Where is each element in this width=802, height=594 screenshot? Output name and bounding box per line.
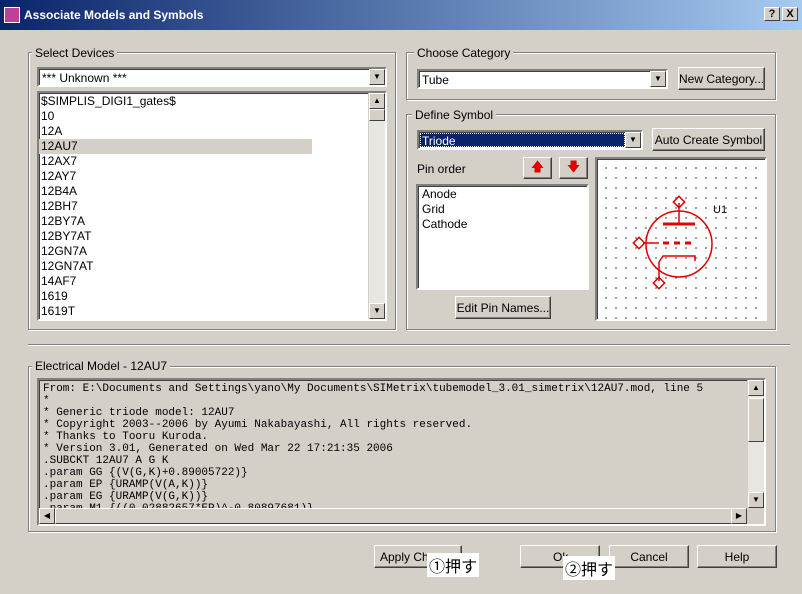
scroll-left-icon[interactable]: ◀: [39, 508, 55, 524]
scroll-down-icon[interactable]: ▼: [369, 303, 385, 319]
scroll-up-icon[interactable]: ▲: [748, 380, 764, 396]
chevron-down-icon[interactable]: ▼: [650, 71, 666, 87]
pin-list-item[interactable]: Anode: [420, 187, 467, 202]
model-text-area[interactable]: From: E:\Documents and Settings\yano\My …: [37, 378, 766, 526]
device-list-item[interactable]: 12A: [39, 124, 369, 139]
device-list-item[interactable]: $SIMPLIS_DIGI1_gates$: [39, 94, 369, 109]
cancel-button[interactable]: Cancel: [609, 545, 689, 568]
app-icon: [4, 7, 20, 23]
model-line: * Generic triode model: 12AU7: [43, 407, 235, 419]
model-line: * Version 3.01, Generated on Wed Mar 22 …: [43, 443, 393, 455]
edit-pin-names-button[interactable]: Edit Pin Names...: [455, 296, 551, 319]
title-bar[interactable]: Associate Models and Symbols ? X: [0, 0, 802, 30]
electrical-model-label: Electrical Model - 12AU7: [32, 359, 171, 373]
scroll-down-icon[interactable]: ▼: [748, 492, 764, 508]
arrow-down-icon: 🡇: [566, 159, 581, 174]
device-list-item[interactable]: 12AX7: [39, 154, 369, 169]
symbol-ref: U1: [713, 204, 727, 216]
device-list-item[interactable]: 12BY7AT: [39, 229, 369, 244]
device-list-item[interactable]: 14AF7: [39, 274, 369, 289]
window-title: Associate Models and Symbols: [24, 8, 204, 22]
annotation-step2: ②押す: [563, 556, 616, 580]
symbol-value: Triode: [422, 134, 456, 148]
model-line: * Copyright 2003--2006 by Ayumi Nakabaya…: [43, 419, 473, 431]
category-value: Tube: [422, 73, 449, 87]
device-list-item[interactable]: 12BH7: [39, 199, 369, 214]
arrow-up-icon: 🡅: [530, 159, 545, 174]
help-question-button[interactable]: ?: [764, 7, 780, 21]
pin-list-item[interactable]: Cathode: [420, 217, 467, 232]
model-line: .param EG {URAMP(V(G,K))}: [43, 491, 209, 503]
pin-list-item[interactable]: Grid: [420, 202, 467, 217]
select-devices-label: Select Devices: [32, 46, 118, 60]
device-list-item[interactable]: 12GN7A: [39, 244, 369, 259]
device-list-scrollbar[interactable]: ▲ ▼: [368, 93, 385, 319]
device-list-item[interactable]: 12AY7: [39, 169, 369, 184]
model-line: From: E:\Documents and Settings\yano\My …: [43, 383, 704, 395]
device-list[interactable]: $SIMPLIS_DIGI1_gates$ 10 12A 12AU7 12AX7 12AY…: [37, 91, 387, 321]
auto-create-symbol-button[interactable]: Auto Create Symbol: [652, 128, 765, 151]
scroll-right-icon[interactable]: ▶: [731, 508, 747, 524]
close-button[interactable]: X: [782, 7, 798, 21]
chevron-down-icon[interactable]: ▼: [625, 132, 641, 148]
device-list-item[interactable]: 1619T: [39, 304, 369, 319]
new-category-button[interactable]: New Category...: [678, 67, 765, 90]
model-hscrollbar[interactable]: ◀ ▶: [39, 508, 747, 524]
choose-category-label: Choose Category: [414, 46, 514, 60]
chevron-down-icon[interactable]: ▼: [369, 69, 385, 85]
scroll-thumb[interactable]: [369, 109, 385, 121]
pin-order-label: Pin order: [417, 162, 466, 176]
device-list-item[interactable]: 12AU7: [39, 139, 312, 154]
annotation-step1: ①押す: [427, 553, 480, 577]
symbol-combo[interactable]: Triode ▼: [417, 130, 643, 150]
device-list-item[interactable]: 12BY7A: [39, 214, 369, 229]
device-filter-combo[interactable]: *** Unknown *** ▼: [37, 67, 387, 87]
model-line: *: [43, 395, 50, 407]
model-line: .param EP {URAMP(V(A,K))}: [43, 479, 209, 491]
model-line: .param GG {(V(G,K)+0.89005722)}: [43, 467, 248, 479]
device-filter-value: *** Unknown ***: [42, 71, 127, 85]
define-symbol-label: Define Symbol: [412, 108, 497, 122]
move-pin-up-button[interactable]: 🡅: [523, 157, 552, 179]
triode-symbol: U1: [632, 195, 727, 290]
device-list-item[interactable]: 1619: [39, 289, 369, 304]
model-line: * Thanks to Tooru Kuroda.: [43, 431, 209, 443]
symbol-preview: U1: [595, 157, 767, 321]
pin-items: Anode Grid Cathode: [420, 187, 467, 232]
model-lines: From: E:\Documents and Settings\yano\My …: [43, 383, 747, 509]
category-combo[interactable]: Tube ▼: [417, 69, 668, 89]
model-vscrollbar[interactable]: ▲ ▼: [747, 380, 764, 508]
move-pin-down-button[interactable]: 🡇: [559, 157, 588, 179]
separator: [28, 344, 790, 346]
pin-list[interactable]: Anode Grid Cathode: [416, 184, 589, 290]
device-items: $SIMPLIS_DIGI1_gates$ 10 12A 12AU7 12AX7 12AY…: [39, 94, 369, 319]
device-list-item[interactable]: 12B4A: [39, 184, 369, 199]
help-button[interactable]: Help: [697, 545, 777, 568]
device-list-item[interactable]: 10: [39, 109, 369, 124]
scroll-thumb[interactable]: [748, 398, 764, 442]
hscroll-thumb[interactable]: [55, 508, 735, 524]
scroll-up-icon[interactable]: ▲: [369, 93, 385, 109]
device-list-item[interactable]: 12GN7AT: [39, 259, 369, 274]
model-line: .SUBCKT 12AU7 A G K: [43, 455, 169, 467]
